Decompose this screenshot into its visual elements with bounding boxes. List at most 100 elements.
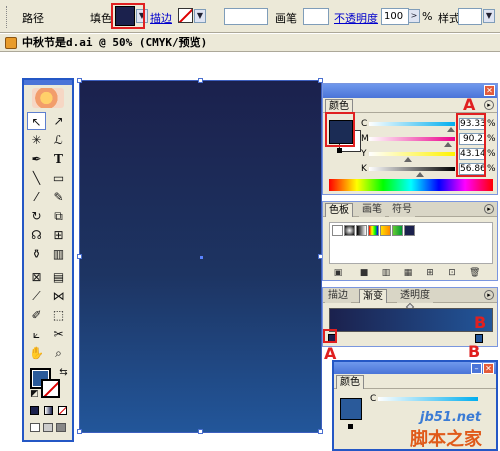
channel-m-thumb[interactable]: [444, 142, 452, 147]
channel-y-thumb[interactable]: [404, 157, 412, 162]
eyedropper-icon[interactable]: ⟋: [27, 287, 46, 305]
toolbar-grip[interactable]: [6, 6, 9, 28]
tab-transparency[interactable]: 透明度: [397, 289, 433, 303]
swatch-show-gradients-icon[interactable]: ▥: [381, 268, 391, 278]
stroke-weight-field[interactable]: [224, 8, 268, 25]
swatch-orange[interactable]: [380, 225, 391, 236]
swatch-linear[interactable]: [356, 225, 367, 236]
channel-k-slider[interactable]: [369, 167, 455, 171]
screen-mode-standard[interactable]: [30, 423, 40, 432]
swatch-show-kinds-icon[interactable]: ▣: [333, 268, 343, 278]
tab-swatches[interactable]: 色板: [325, 203, 353, 217]
pen-icon[interactable]: ✒: [27, 150, 46, 168]
live-paint-select-icon[interactable]: ⬚: [49, 306, 68, 324]
swatch-green[interactable]: [392, 225, 403, 236]
swatch-spectrum[interactable]: [368, 225, 379, 236]
handle-top-center[interactable]: [198, 78, 203, 83]
type-icon[interactable]: T: [49, 150, 68, 168]
tab-symbols[interactable]: 符号: [389, 203, 415, 217]
channel-c-thumb[interactable]: [447, 127, 455, 132]
style-field[interactable]: [458, 8, 482, 25]
gradient-menu-icon[interactable]: ▸: [484, 290, 494, 300]
slice-icon[interactable]: ⟀: [27, 325, 46, 343]
channel-c-slider[interactable]: [369, 122, 455, 126]
paintbrush-icon[interactable]: ⁄: [27, 188, 46, 206]
magic-wand-icon[interactable]: ✳: [27, 131, 46, 149]
channel-c-pct: %: [487, 119, 496, 129]
blend-icon[interactable]: ⋈: [49, 287, 68, 305]
color-mode-button[interactable]: [30, 406, 39, 415]
handle-bottom-left[interactable]: [77, 429, 82, 434]
swatch-show-colors-icon[interactable]: ■: [359, 268, 369, 278]
tab-stroke[interactable]: 描边: [325, 289, 351, 303]
zoom-icon[interactable]: ⌕: [49, 344, 68, 362]
channel-k-thumb[interactable]: [416, 172, 424, 177]
screen-mode-full[interactable]: [56, 423, 66, 432]
swatch-new-icon[interactable]: ⊡: [447, 268, 457, 278]
stroke-dropdown[interactable]: ▼: [194, 9, 206, 23]
color-panel-2-titlebar[interactable]: – ✕: [334, 362, 496, 374]
symbol-sprayer-icon[interactable]: ⚱: [27, 245, 46, 263]
swatch-radial[interactable]: [344, 225, 355, 236]
brush-field[interactable]: [303, 8, 329, 25]
gradient-mode-button[interactable]: [44, 406, 53, 415]
tools-panel-header[interactable]: [24, 80, 72, 85]
artboard-gradient-rectangle[interactable]: [77, 78, 323, 434]
color-2-channel-c-slider[interactable]: [378, 397, 478, 401]
gradient-icon[interactable]: ▤: [49, 268, 68, 286]
screen-mode-full-menu[interactable]: [43, 423, 53, 432]
stroke-swatch-button[interactable]: [178, 8, 193, 23]
hand-icon[interactable]: ✋: [27, 344, 46, 362]
tab-color-2[interactable]: 颜色: [336, 375, 364, 389]
opacity-pct: %: [422, 10, 433, 23]
minimize-icon[interactable]: –: [471, 363, 482, 374]
swap-fill-stroke-icon[interactable]: ⇆: [54, 364, 73, 382]
swatches-panel: 色板 画笔 符号 ▸ ▣ ■ ▥ ▦ ⊞ ⊡ 🗑: [322, 201, 498, 281]
scissors-icon[interactable]: ✂: [49, 325, 68, 343]
none-mode-button[interactable]: [58, 406, 67, 415]
rectangle-icon[interactable]: ▭: [49, 169, 68, 187]
channel-y-slider[interactable]: [369, 152, 455, 156]
stroke-label[interactable]: 描边: [150, 10, 172, 26]
swatch-navy[interactable]: [404, 225, 415, 236]
opacity-label[interactable]: 不透明度: [334, 10, 378, 26]
swatch-options-icon[interactable]: ⊞: [425, 268, 435, 278]
handle-middle-left[interactable]: [77, 254, 82, 259]
swatches-menu-icon[interactable]: ▸: [484, 204, 494, 214]
free-transform-icon[interactable]: ⊞: [49, 226, 68, 244]
swatch-show-patterns-icon[interactable]: ▦: [403, 268, 413, 278]
swatch-delete-icon[interactable]: 🗑: [469, 268, 480, 278]
tab-gradient[interactable]: 渐变: [359, 289, 387, 303]
swatch-none[interactable]: [332, 225, 343, 236]
panel-menu-icon[interactable]: ▸: [484, 100, 494, 110]
document-title-bar[interactable]: 中秋节是d.ai @ 50% (CMYK/预览): [0, 34, 500, 52]
gradient-ramp[interactable]: [329, 308, 493, 332]
close-icon[interactable]: ✕: [484, 85, 495, 96]
lasso-icon[interactable]: ℒ: [49, 131, 68, 149]
graph-icon[interactable]: ▥: [49, 245, 68, 263]
handle-bottom-center[interactable]: [198, 429, 203, 434]
handle-bottom-right[interactable]: [318, 429, 323, 434]
default-fill-stroke-icon[interactable]: ◩: [25, 385, 44, 403]
selection-icon[interactable]: ↖: [27, 112, 46, 130]
close-icon-2[interactable]: ✕: [483, 363, 494, 374]
color-2-fill-swatch[interactable]: [340, 398, 362, 420]
opacity-field[interactable]: 100: [381, 8, 409, 25]
brush-label: 画笔: [275, 12, 297, 25]
direct-selection-icon[interactable]: ↗: [49, 112, 68, 130]
line-icon[interactable]: ╲: [27, 169, 46, 187]
handle-top-left[interactable]: [77, 78, 82, 83]
rotate-icon[interactable]: ↻: [27, 207, 46, 225]
live-paint-icon[interactable]: ✐: [27, 306, 46, 324]
opacity-dropdown[interactable]: >: [408, 9, 420, 23]
channel-m-slider[interactable]: [369, 137, 455, 141]
warp-icon[interactable]: ☊: [27, 226, 46, 244]
pencil-icon[interactable]: ✎: [49, 188, 68, 206]
scale-icon[interactable]: ⧉: [49, 207, 68, 225]
tab-color[interactable]: 颜色: [325, 99, 353, 113]
tab-brushes[interactable]: 画笔: [359, 203, 385, 217]
mesh-icon[interactable]: ⊠: [27, 268, 46, 286]
color-spectrum-bar[interactable]: [329, 179, 493, 191]
path-label: 路径: [22, 12, 44, 25]
style-dropdown[interactable]: ▼: [483, 9, 495, 23]
